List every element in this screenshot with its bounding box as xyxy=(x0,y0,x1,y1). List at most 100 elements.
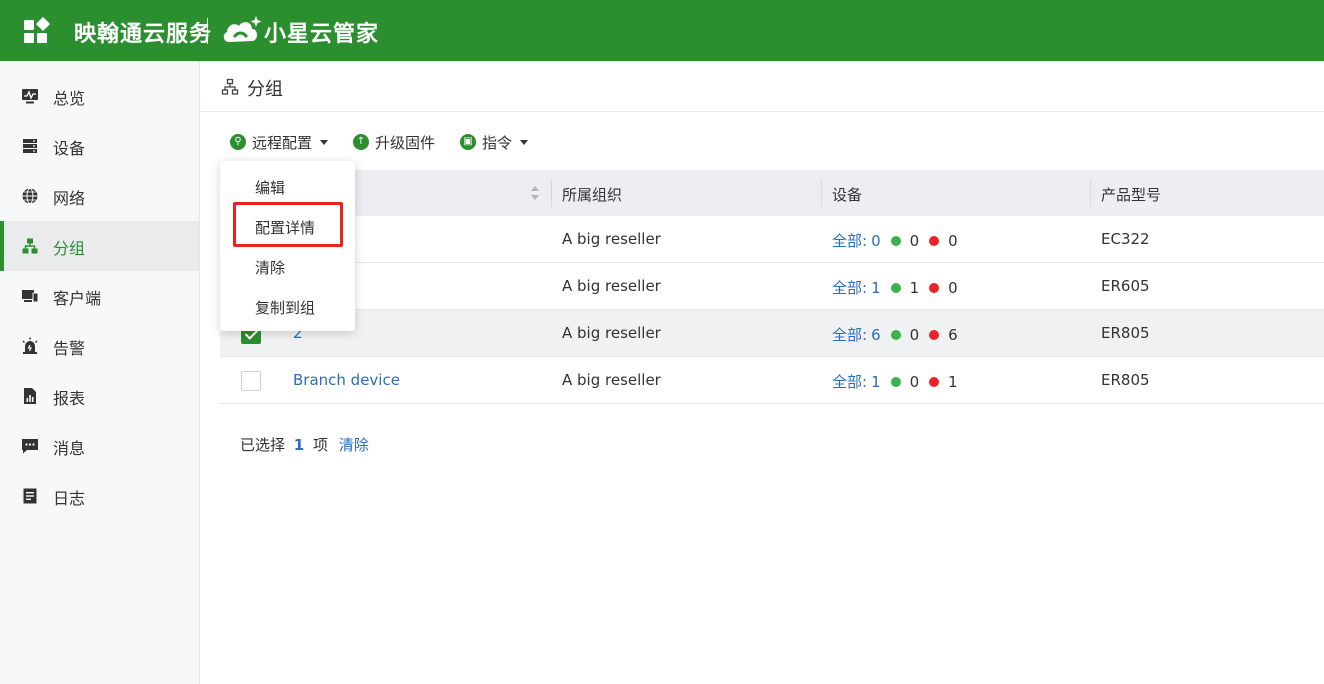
offline-dot-icon xyxy=(929,329,940,340)
menu-item-clear[interactable]: 清除 xyxy=(255,257,285,278)
menu-item-edit[interactable]: 编辑 xyxy=(255,177,285,198)
column-header-devices: 设备 xyxy=(832,186,863,204)
menu-item-copy-to-group[interactable]: 复制到组 xyxy=(255,297,315,318)
app-grid-icon[interactable] xyxy=(24,16,51,44)
remote-config-button[interactable]: ⚲ 远程配置 xyxy=(230,130,329,154)
sidebar-item-devices[interactable]: 设备 xyxy=(0,121,199,171)
sidebar-item-label: 网络 xyxy=(53,189,86,208)
device-all-label[interactable]: 全部: xyxy=(832,230,867,251)
alarm-icon xyxy=(22,337,38,354)
table-row[interactable]: 2 A big reseller 全部: 6 0 6 ER805 xyxy=(220,310,1324,357)
org-cell: A big reseller xyxy=(562,371,661,389)
device-total-count[interactable]: 6 xyxy=(871,326,881,344)
upload-arrow-icon: ↑ xyxy=(353,134,369,150)
sidebar-item-label: 总览 xyxy=(53,89,86,108)
highlight-box xyxy=(233,202,343,247)
online-count: 1 xyxy=(909,278,920,297)
sidebar-item-alarms[interactable]: 告警 xyxy=(0,321,199,371)
offline-count: 6 xyxy=(948,325,958,344)
device-status-cell: 全部: 1 0 1 xyxy=(832,371,958,392)
device-all-label[interactable]: 全部: xyxy=(832,371,867,392)
model-cell: ER805 xyxy=(1101,324,1150,342)
offline-count: 0 xyxy=(948,278,958,297)
offline-dot-icon xyxy=(929,235,940,246)
device-total-count[interactable]: 1 xyxy=(871,373,881,391)
column-divider xyxy=(1090,179,1091,207)
device-status-cell: 全部: 1 1 0 xyxy=(832,277,958,298)
column-header-org: 所属组织 xyxy=(562,186,623,204)
upgrade-firmware-label: 升级固件 xyxy=(375,133,436,152)
device-status-cell: 全部: 6 0 6 xyxy=(832,324,958,345)
sidebar-item-overview[interactable]: 总览 xyxy=(0,71,199,121)
device-all-label[interactable]: 全部: xyxy=(832,324,867,345)
chevron-down-icon xyxy=(520,139,529,145)
selection-summary: 已选择 1 项 清除 xyxy=(240,434,369,455)
group-tree-icon xyxy=(221,78,239,95)
offline-dot-icon xyxy=(929,282,940,293)
brand-divider xyxy=(207,18,208,44)
table-row[interactable]: Branch device A big reseller 全部: 1 0 1 E… xyxy=(220,357,1324,404)
device-all-label[interactable]: 全部: xyxy=(832,277,867,298)
sidebar-item-label: 客户端 xyxy=(53,289,102,308)
online-count: 0 xyxy=(909,231,920,250)
terminal-icon: ▣ xyxy=(460,134,476,150)
top-header: 映翰通云服务 小星云管家 xyxy=(0,0,1324,61)
device-total-count[interactable]: 1 xyxy=(871,279,881,297)
model-cell: EC322 xyxy=(1101,230,1150,248)
selection-unit: 项 xyxy=(313,436,329,454)
sidebar-item-clients[interactable]: 客户端 xyxy=(0,271,199,321)
product-name: 小星云管家 xyxy=(264,22,380,47)
table-row[interactable]: A big reseller 全部: 0 0 0 EC322 xyxy=(220,216,1324,263)
group-icon xyxy=(22,238,38,254)
device-total-count[interactable]: 0 xyxy=(871,232,881,250)
column-divider xyxy=(821,179,822,207)
sidebar-item-label: 消息 xyxy=(53,439,86,458)
offline-count: 0 xyxy=(948,231,958,250)
sidebar-item-label: 设备 xyxy=(53,139,86,158)
column-header-model: 产品型号 xyxy=(1101,186,1162,204)
online-dot-icon xyxy=(890,329,901,340)
model-cell: ER805 xyxy=(1101,371,1150,389)
remote-config-label: 远程配置 xyxy=(252,133,313,152)
sidebar-item-label: 告警 xyxy=(53,339,86,358)
online-count: 0 xyxy=(909,325,920,344)
offline-dot-icon xyxy=(929,376,940,387)
selection-prefix: 已选择 xyxy=(240,436,286,454)
upgrade-firmware-button[interactable]: ↑ 升级固件 xyxy=(353,130,435,154)
command-button[interactable]: ▣ 指令 xyxy=(460,130,529,154)
sidebar-item-groups[interactable]: 分组 xyxy=(0,221,199,271)
column-divider xyxy=(551,179,552,207)
device-status-cell: 全部: 0 0 0 xyxy=(832,230,958,251)
row-checkbox[interactable] xyxy=(241,371,261,391)
model-cell: ER605 xyxy=(1101,277,1150,295)
offline-count: 1 xyxy=(948,372,958,391)
online-dot-icon xyxy=(890,376,901,387)
table-row[interactable]: A big reseller 全部: 1 1 0 ER605 xyxy=(220,263,1324,310)
org-cell: A big reseller xyxy=(562,277,661,295)
monitor-icon xyxy=(22,89,38,104)
log-icon xyxy=(23,488,37,504)
sort-icon[interactable] xyxy=(530,184,540,202)
server-icon xyxy=(23,139,37,153)
online-dot-icon xyxy=(890,282,901,293)
group-name-link[interactable]: Branch device xyxy=(293,371,400,389)
report-icon xyxy=(24,388,36,404)
globe-icon xyxy=(22,188,38,204)
online-dot-icon xyxy=(890,235,901,246)
devices-icon xyxy=(22,290,39,303)
sidebar-item-messages[interactable]: 消息 xyxy=(0,421,199,471)
clear-selection-link[interactable]: 清除 xyxy=(339,436,369,454)
org-cell: A big reseller xyxy=(562,324,661,342)
online-count: 0 xyxy=(909,372,920,391)
chevron-down-icon xyxy=(320,139,329,145)
sidebar-item-logs[interactable]: 日志 xyxy=(0,471,199,521)
sidebar-item-label: 报表 xyxy=(53,389,86,408)
table-header: 名称 所属组织 设备 产品型号 xyxy=(220,170,1324,216)
selection-count: 1 xyxy=(293,436,305,454)
sidebar-item-network[interactable]: 网络 xyxy=(0,171,199,221)
page-header: 分组 xyxy=(200,61,1324,112)
page-title: 分组 xyxy=(247,79,283,100)
sidebar: 总览 设备 网络 分组 客户端 告警 报表 消息 日志 xyxy=(0,61,200,684)
sidebar-item-label: 日志 xyxy=(53,489,86,508)
sidebar-item-reports[interactable]: 报表 xyxy=(0,371,199,421)
